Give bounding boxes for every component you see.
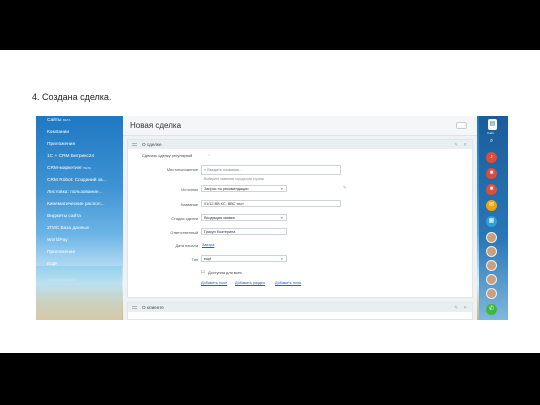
field-label-type: Тип (191, 257, 199, 262)
search-icon: ⌕ (204, 168, 207, 172)
menu-item-2gis[interactable]: 2ГИС База данных (47, 226, 89, 231)
edit-icon[interactable]: ✎ (454, 305, 458, 311)
lock-icon[interactable]: ■ (486, 184, 497, 195)
slide: 4. Создана сделка. Сайты BETA Компании П… (0, 50, 540, 353)
stage-select[interactable]: Входящая заявка (201, 214, 287, 221)
responsible-input[interactable]: Гракун Екатерина (201, 228, 287, 235)
chevron-down-icon: ▾ (281, 216, 283, 220)
menu-item-sites[interactable]: Сайты BETA (47, 118, 70, 123)
menu-item-1c[interactable]: 1С + CRM Битрикс24 (47, 154, 94, 159)
slide-caption: 4. Создана сделка. (32, 92, 112, 102)
location-input[interactable]: ⌕ Введите название... (201, 165, 341, 175)
section-client-header: О клиенте ✎ ✕ (128, 303, 472, 312)
section-client-title: О клиенте (142, 304, 164, 310)
info-icon: ○ (208, 152, 211, 157)
avatar[interactable] (486, 246, 497, 257)
menu-item-crm-marketing[interactable]: CRM-маркетинг BETA (47, 166, 91, 171)
lock-icon[interactable]: ■ (486, 168, 497, 179)
field-label-stage: Стадия сделки (171, 216, 198, 221)
field-label-responsible: Ответственный (170, 230, 198, 235)
menu-item-apps[interactable]: Приложения (47, 142, 75, 147)
field-label-start-date: Дата начала (175, 243, 198, 248)
add-fields-link[interactable]: Добавить поля (275, 281, 301, 285)
section-deal-header: О сделке ✎ ✕ (128, 140, 472, 149)
top-letterbox (0, 0, 540, 50)
search-icon[interactable]: ⌕ (486, 136, 497, 147)
start-date-link[interactable]: Завтра (202, 243, 214, 247)
background-sea (36, 266, 122, 320)
type-select[interactable]: ещё (201, 255, 287, 262)
recurring-toggle-label[interactable]: Сделать сделку регулярной (142, 153, 192, 158)
drag-handle-icon[interactable] (132, 143, 137, 146)
field-label-location: Местоположение (166, 167, 198, 172)
section-deal-title: О сделке (142, 141, 162, 147)
doc-icon[interactable]: ▤ (488, 119, 497, 130)
avatar[interactable] (486, 274, 497, 285)
checkbox-icon[interactable]: ☐ (201, 269, 205, 274)
menu-item-worldpay[interactable]: WorldPay (47, 238, 68, 243)
left-menu: Сайты BETA Компании Приложения 1С + CRM … (36, 116, 122, 320)
calendar-icon[interactable]: ▦ (486, 216, 497, 227)
screenshot: Сайты BETA Компании Приложения 1С + CRM … (36, 116, 508, 320)
source-select[interactable]: Запрос по рекомендации (201, 185, 287, 192)
phone-icon[interactable]: ✆ (486, 304, 497, 315)
add-field-link[interactable]: Добавить поле (201, 281, 227, 285)
close-icon[interactable]: ✕ (463, 142, 467, 148)
section-client: О клиенте ✎ ✕ (127, 302, 473, 320)
panel-header: Новая сделка (123, 116, 477, 136)
bottom-letterbox (0, 353, 540, 405)
section-deal: О сделке ✎ ✕ Сделать сделку регулярной ○… (127, 139, 473, 298)
menu-item-kinematic[interactable]: Кинематические распол... (47, 202, 105, 207)
page-title: Новая сделка (130, 121, 182, 130)
chevron-down-icon: ▾ (281, 187, 283, 191)
menu-item-leaflet[interactable]: Листовка: пользование... (47, 190, 103, 195)
title-input[interactable]: 01/12 ВВ КС. ВВС тест (201, 200, 341, 207)
location-hint: Выберите название города или страны (204, 177, 265, 181)
menu-item-widgets[interactable]: Виджеты сайта (47, 214, 81, 219)
edit-field-icon[interactable]: ✎ (343, 185, 347, 191)
close-icon[interactable]: ✕ (463, 305, 467, 311)
chevron-down-icon: ▾ (281, 257, 283, 261)
edit-icon[interactable]: ✎ (454, 142, 458, 148)
avatar[interactable] (486, 288, 497, 299)
available-all-label: Доступна для всех (208, 270, 242, 275)
drag-handle-icon[interactable] (132, 306, 137, 309)
field-label-source: Источник (181, 187, 198, 192)
menu-item-app[interactable]: Приложение (47, 250, 75, 255)
settings-button[interactable] (456, 122, 467, 129)
menu-item-companies[interactable]: Компании (47, 130, 69, 135)
field-label-title: Название (180, 202, 198, 207)
right-rail: ▤ Сайт ⌕ ♪ ■ ■ ✉ ▦ ✆ (479, 116, 508, 320)
bell-icon[interactable]: ♪ (486, 152, 497, 163)
deal-panel: Новая сделка О сделке ✎ ✕ Сделать сделку… (123, 116, 477, 320)
menu-item-crm-robot[interactable]: CRM Robot: Созданий за... (47, 178, 107, 183)
avatar[interactable] (486, 260, 497, 271)
mail-icon[interactable]: ✉ (486, 200, 497, 211)
avatar[interactable] (486, 232, 497, 243)
rail-label: Сайт (487, 131, 494, 135)
add-section-link[interactable]: Добавить раздел (235, 281, 265, 285)
